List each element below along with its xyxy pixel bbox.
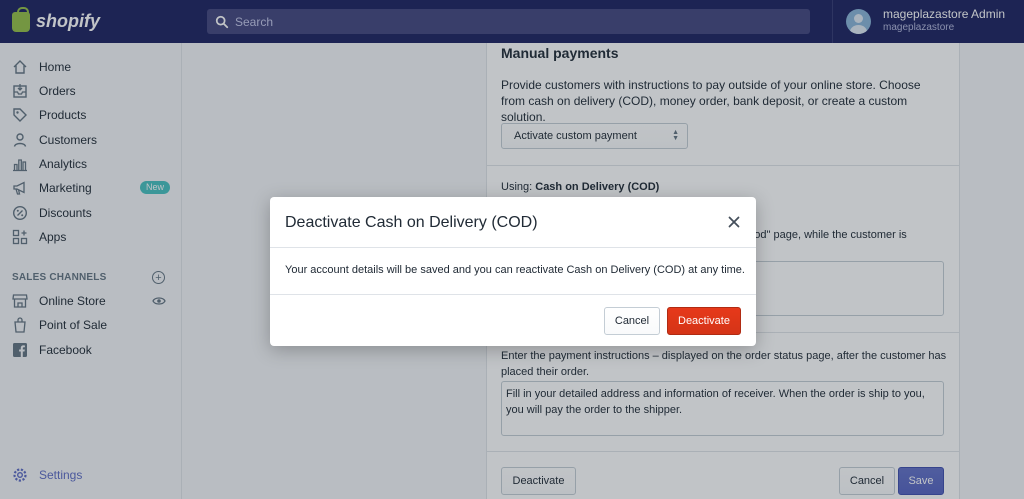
close-icon[interactable] bbox=[726, 214, 742, 230]
modal-message: Your account details will be saved and y… bbox=[285, 264, 745, 276]
modal-cancel-button[interactable]: Cancel bbox=[604, 307, 660, 335]
modal-title: Deactivate Cash on Delivery (COD) bbox=[285, 214, 538, 231]
modal-divider bbox=[270, 294, 756, 295]
modal-divider bbox=[270, 247, 756, 248]
modal-deactivate-button[interactable]: Deactivate bbox=[667, 307, 741, 335]
deactivate-modal: Deactivate Cash on Delivery (COD) Your a… bbox=[270, 197, 756, 346]
